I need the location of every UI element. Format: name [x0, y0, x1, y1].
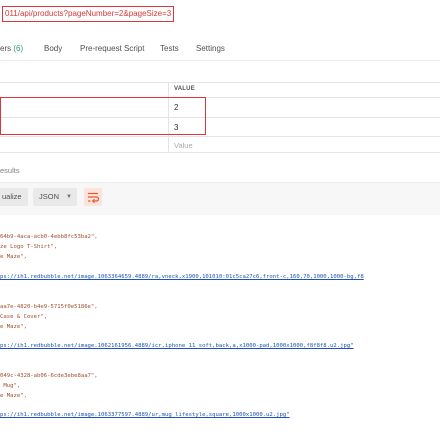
value-column-header: VALUE — [174, 86, 195, 92]
new-param-value-input[interactable]: Value — [174, 141, 193, 150]
tab-headers[interactable]: ers (6) — [0, 44, 23, 53]
json-line: ps://ih1.redbubble.net/image.1062161956.… — [0, 342, 354, 350]
json-line: Case & Cover", — [0, 314, 48, 320]
test-results-label[interactable]: esults — [0, 166, 20, 175]
tab-body[interactable]: Body — [44, 44, 62, 53]
json-line: 049c-4328-ab06-6cde3ebe8aa7", — [0, 373, 98, 379]
request-tabs: ers (6) Body Pre-request Script Tests Se… — [0, 36, 440, 61]
response-format-value: JSON — [39, 192, 60, 201]
json-line: e Maze", — [0, 393, 27, 399]
params-table-bottom-border — [0, 152, 440, 153]
params-row-border — [0, 136, 440, 137]
tab-headers-label: ers — [0, 44, 14, 53]
wrap-lines-icon — [88, 192, 100, 204]
image-link[interactable]: ps://ih1.redbubble.net/image.1063364659.… — [0, 274, 364, 280]
json-line: ze Logo T-Shirt", — [0, 244, 58, 250]
json-line: e Maze", — [0, 324, 27, 330]
url-bar: 011/api/products?pageNumber=2&pageSize=3 — [0, 0, 440, 28]
tab-headers-count: (6) — [13, 44, 24, 53]
tab-pre-request-script[interactable]: Pre-request Script — [80, 44, 144, 53]
image-link[interactable]: ps://ih1.redbubble.net/image.1063377597.… — [0, 412, 290, 418]
json-line: 64b9-4aca-acb0-4ebb8fc53ba2", — [0, 234, 98, 240]
json-line: Mug", — [0, 383, 21, 389]
json-line: e Maze", — [0, 254, 27, 260]
tab-settings[interactable]: Settings — [196, 44, 225, 53]
chevron-down-icon: ▼ — [66, 194, 72, 200]
response-body[interactable]: 64b9-4aca-acb0-4ebb8fc53ba2", ze Logo T-… — [0, 214, 440, 440]
image-link[interactable]: ps://ih1.redbubble.net/image.1062161956.… — [0, 343, 354, 349]
visualize-button[interactable]: ualize — [0, 188, 28, 206]
tab-tests[interactable]: Tests — [160, 44, 179, 53]
wrap-lines-button[interactable] — [84, 188, 102, 206]
params-table-top-border — [0, 82, 440, 83]
json-line: ps://ih1.redbubble.net/image.1063364659.… — [0, 273, 364, 281]
params-highlight-box — [0, 97, 206, 135]
json-line: aa7e-4820-b4e9-5715f0e5186e", — [0, 304, 98, 310]
json-line: ps://ih1.redbubble.net/image.1063377597.… — [0, 411, 290, 419]
request-url-input[interactable]: 011/api/products?pageNumber=2&pageSize=3 — [2, 6, 175, 22]
response-format-select[interactable]: JSON ▼ — [33, 188, 77, 206]
